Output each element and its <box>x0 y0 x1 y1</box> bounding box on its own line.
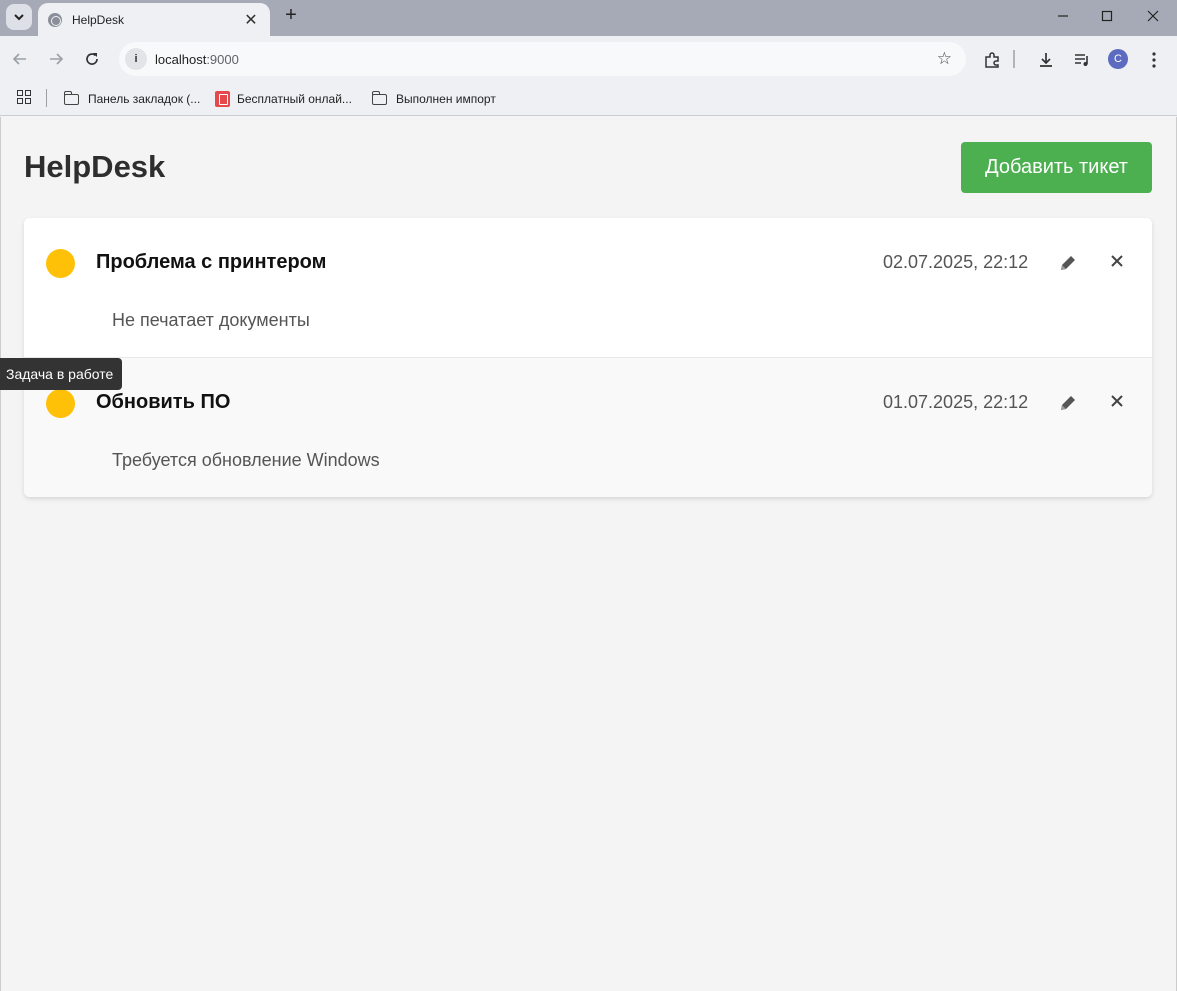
status-tooltip: Задача в работе <box>0 358 122 390</box>
browser-toolbar: i localhost:9000 ☆ <box>0 36 1177 82</box>
arrow-left-icon <box>12 53 26 65</box>
site-info-icon[interactable]: i <box>125 48 147 70</box>
tab-close-button[interactable]: ✕ <box>242 10 260 30</box>
new-tab-button[interactable]: + <box>280 5 302 27</box>
chevron-down-icon <box>14 14 24 21</box>
close-icon <box>1147 10 1159 22</box>
ticket-description: Не печатает документы <box>112 310 310 330</box>
ticket-date: 02.07.2025, 22:12 <box>883 252 1029 272</box>
pdf-icon <box>215 91 230 107</box>
more-vert-icon <box>1152 52 1156 68</box>
delete-button[interactable] <box>1106 389 1128 413</box>
add-ticket-button[interactable]: Добавить тикет <box>961 142 1152 193</box>
ticket-row[interactable]: Обновить ПО 01.07.2025, 22:12 Требуется … <box>24 358 1152 497</box>
url-host: localhost <box>155 51 207 67</box>
bookmark-label: Панель закладок (... <box>88 92 201 106</box>
minimize-button[interactable] <box>1040 0 1086 32</box>
tab-search-button[interactable] <box>6 4 32 30</box>
playlist-icon <box>1075 54 1088 66</box>
reload-button[interactable] <box>79 46 105 72</box>
ticket-name: Обновить ПО <box>96 391 231 413</box>
status-indicator[interactable] <box>46 389 75 418</box>
bookmark-star-icon[interactable]: ☆ <box>937 49 952 69</box>
ticket-description: Требуется обновление Windows <box>112 450 380 470</box>
edit-button[interactable] <box>1056 390 1080 416</box>
folder-icon <box>63 90 79 105</box>
maximize-icon <box>1101 10 1113 22</box>
close-icon <box>1111 395 1123 407</box>
profile-avatar[interactable]: C <box>1108 49 1128 69</box>
bookmark-label: Бесплатный онлай... <box>237 92 352 106</box>
downloads-button[interactable] <box>1034 48 1058 72</box>
close-icon <box>1111 255 1123 267</box>
forward-button[interactable] <box>43 46 69 72</box>
back-button[interactable] <box>7 46 33 72</box>
ticket-name: Проблема с принтером <box>96 251 327 273</box>
minimize-icon <box>1058 15 1068 17</box>
reload-icon <box>86 53 98 65</box>
bookmarks-bar: Панель закладок (... Бесплатный онлай...… <box>0 82 1177 116</box>
tab-title: HelpDesk <box>72 12 125 27</box>
ticket-row[interactable]: Проблема с принтером 02.07.2025, 22:12 Н… <box>24 218 1152 358</box>
bookmark-item[interactable]: Панель закладок (... <box>63 88 201 110</box>
edit-button[interactable] <box>1056 250 1080 276</box>
maximize-button[interactable] <box>1084 0 1130 32</box>
pencil-icon <box>1061 256 1075 270</box>
extensions-button[interactable] <box>980 48 1004 72</box>
toolbar-separator <box>1013 50 1015 68</box>
page-content: HelpDesk Добавить тикет Проблема с принт… <box>0 117 1177 991</box>
ticket-date: 01.07.2025, 22:12 <box>883 392 1029 412</box>
ticket-list: Проблема с принтером 02.07.2025, 22:12 Н… <box>24 218 1152 497</box>
status-indicator[interactable] <box>46 249 75 278</box>
bookmark-item[interactable]: Выполнен импорт <box>371 88 496 110</box>
download-icon <box>1040 53 1052 67</box>
apps-grid-icon[interactable] <box>17 90 31 104</box>
bookmark-item[interactable]: Бесплатный онлай... <box>215 88 352 110</box>
page-title: HelpDesk <box>24 149 166 184</box>
url-port: :9000 <box>206 51 239 67</box>
arrow-right-icon <box>50 53 64 65</box>
browser-tab[interactable]: HelpDesk ✕ <box>38 3 270 36</box>
browser-menu-button[interactable] <box>1142 48 1166 72</box>
globe-icon <box>48 12 62 27</box>
window-close-button[interactable] <box>1130 0 1176 32</box>
pencil-icon <box>1061 396 1075 410</box>
puzzle-icon <box>985 52 999 68</box>
browser-tabstrip: HelpDesk ✕ + <box>0 0 1177 36</box>
media-button[interactable] <box>1070 48 1094 72</box>
bookmark-label: Выполнен импорт <box>396 92 496 106</box>
url-text: localhost:9000 <box>155 52 937 67</box>
address-bar[interactable]: i localhost:9000 ☆ <box>119 42 966 76</box>
folder-icon <box>371 90 387 105</box>
delete-button[interactable] <box>1106 249 1128 273</box>
bookmarks-separator <box>46 89 47 107</box>
